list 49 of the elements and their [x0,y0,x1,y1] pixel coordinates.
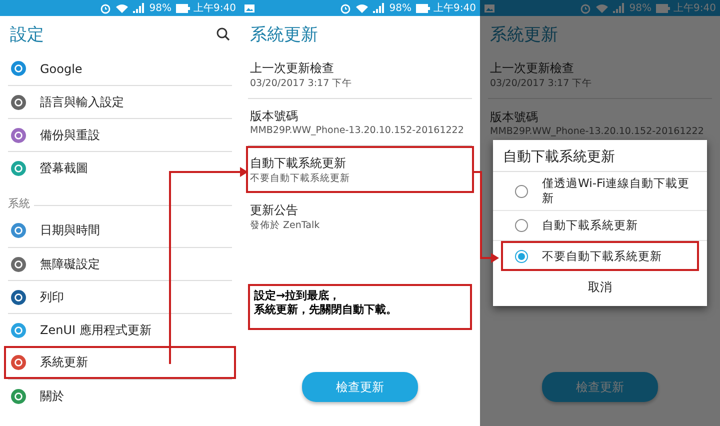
battery-percentage: 98% [629,2,652,14]
settings-item[interactable]: 無障礙設定 [8,247,232,280]
alarm-clock-icon [340,2,352,14]
alarm-clock-icon [580,2,592,14]
radio-option[interactable]: 不要自動下載系統更新 [501,241,699,271]
image-icon [244,4,255,12]
alarm-clock-icon [100,2,112,14]
annotation-text: 系統更新，先關閉自動下載。 [254,303,398,318]
battery-icon [176,4,190,12]
screen-title: 設定 [10,24,44,46]
battery-icon [656,4,670,12]
highlighted-setting[interactable]: 自動下載系統更新 不要自動下載系統更新 [246,146,474,193]
radio-button[interactable] [515,219,528,232]
radio-option[interactable]: 僅透過Wi-Fi連線自動下載更新 [493,172,707,211]
settings-item[interactable]: Google [8,52,232,85]
annotation-text: 設定→拉到最底， [254,289,342,304]
setting-entry[interactable]: 上一次更新檢查 03/20/2017 3:17 下午 [248,52,472,99]
setting-entry[interactable]: 版本號碼 MMB29P.WW_Phone-13.20.10.152-20161222 [248,99,472,146]
cancel-button[interactable]: 取消 [493,271,707,306]
setting-entry[interactable]: 上一次更新檢查 03/20/2017 3:17 下午 [488,52,712,99]
screen-title: 系統更新 [250,24,318,46]
clock-time: 上午9:40 [194,2,236,15]
settings-item[interactable]: 日期與時間 [8,214,232,247]
search-icon[interactable] [216,27,230,41]
settings-item[interactable]: 列印 [8,280,232,313]
clock-time: 上午9:40 [434,2,476,15]
battery-percentage: 98% [149,2,172,14]
setting-entry[interactable]: 更新公告 發佈於 ZenTalk [248,193,472,240]
signal-icon [373,3,386,13]
radio-option[interactable]: 自動下載系統更新 [493,211,707,241]
settings-item[interactable]: ZenUI 應用程式更新 [8,313,232,346]
signal-icon [613,3,626,13]
settings-item[interactable]: 備份與重設 [8,118,232,151]
radio-button[interactable] [515,250,528,262]
wifi-icon [115,2,130,14]
settings-item[interactable]: 螢幕截圖 [8,151,232,184]
battery-percentage: 98% [389,2,412,14]
settings-item[interactable]: 系統更新 [4,346,236,379]
wifi-icon [595,2,610,14]
section-header: 系統 [8,196,30,211]
clock-time: 上午9:40 [674,2,716,15]
signal-icon [133,3,146,13]
image-icon [484,4,495,12]
settings-item[interactable]: 語言與輸入設定 [8,85,232,118]
screen-title: 系統更新 [490,24,558,46]
battery-icon [416,4,430,12]
wifi-icon [355,2,370,14]
settings-item[interactable]: 關於 [8,379,232,412]
radio-button[interactable] [515,184,528,198]
